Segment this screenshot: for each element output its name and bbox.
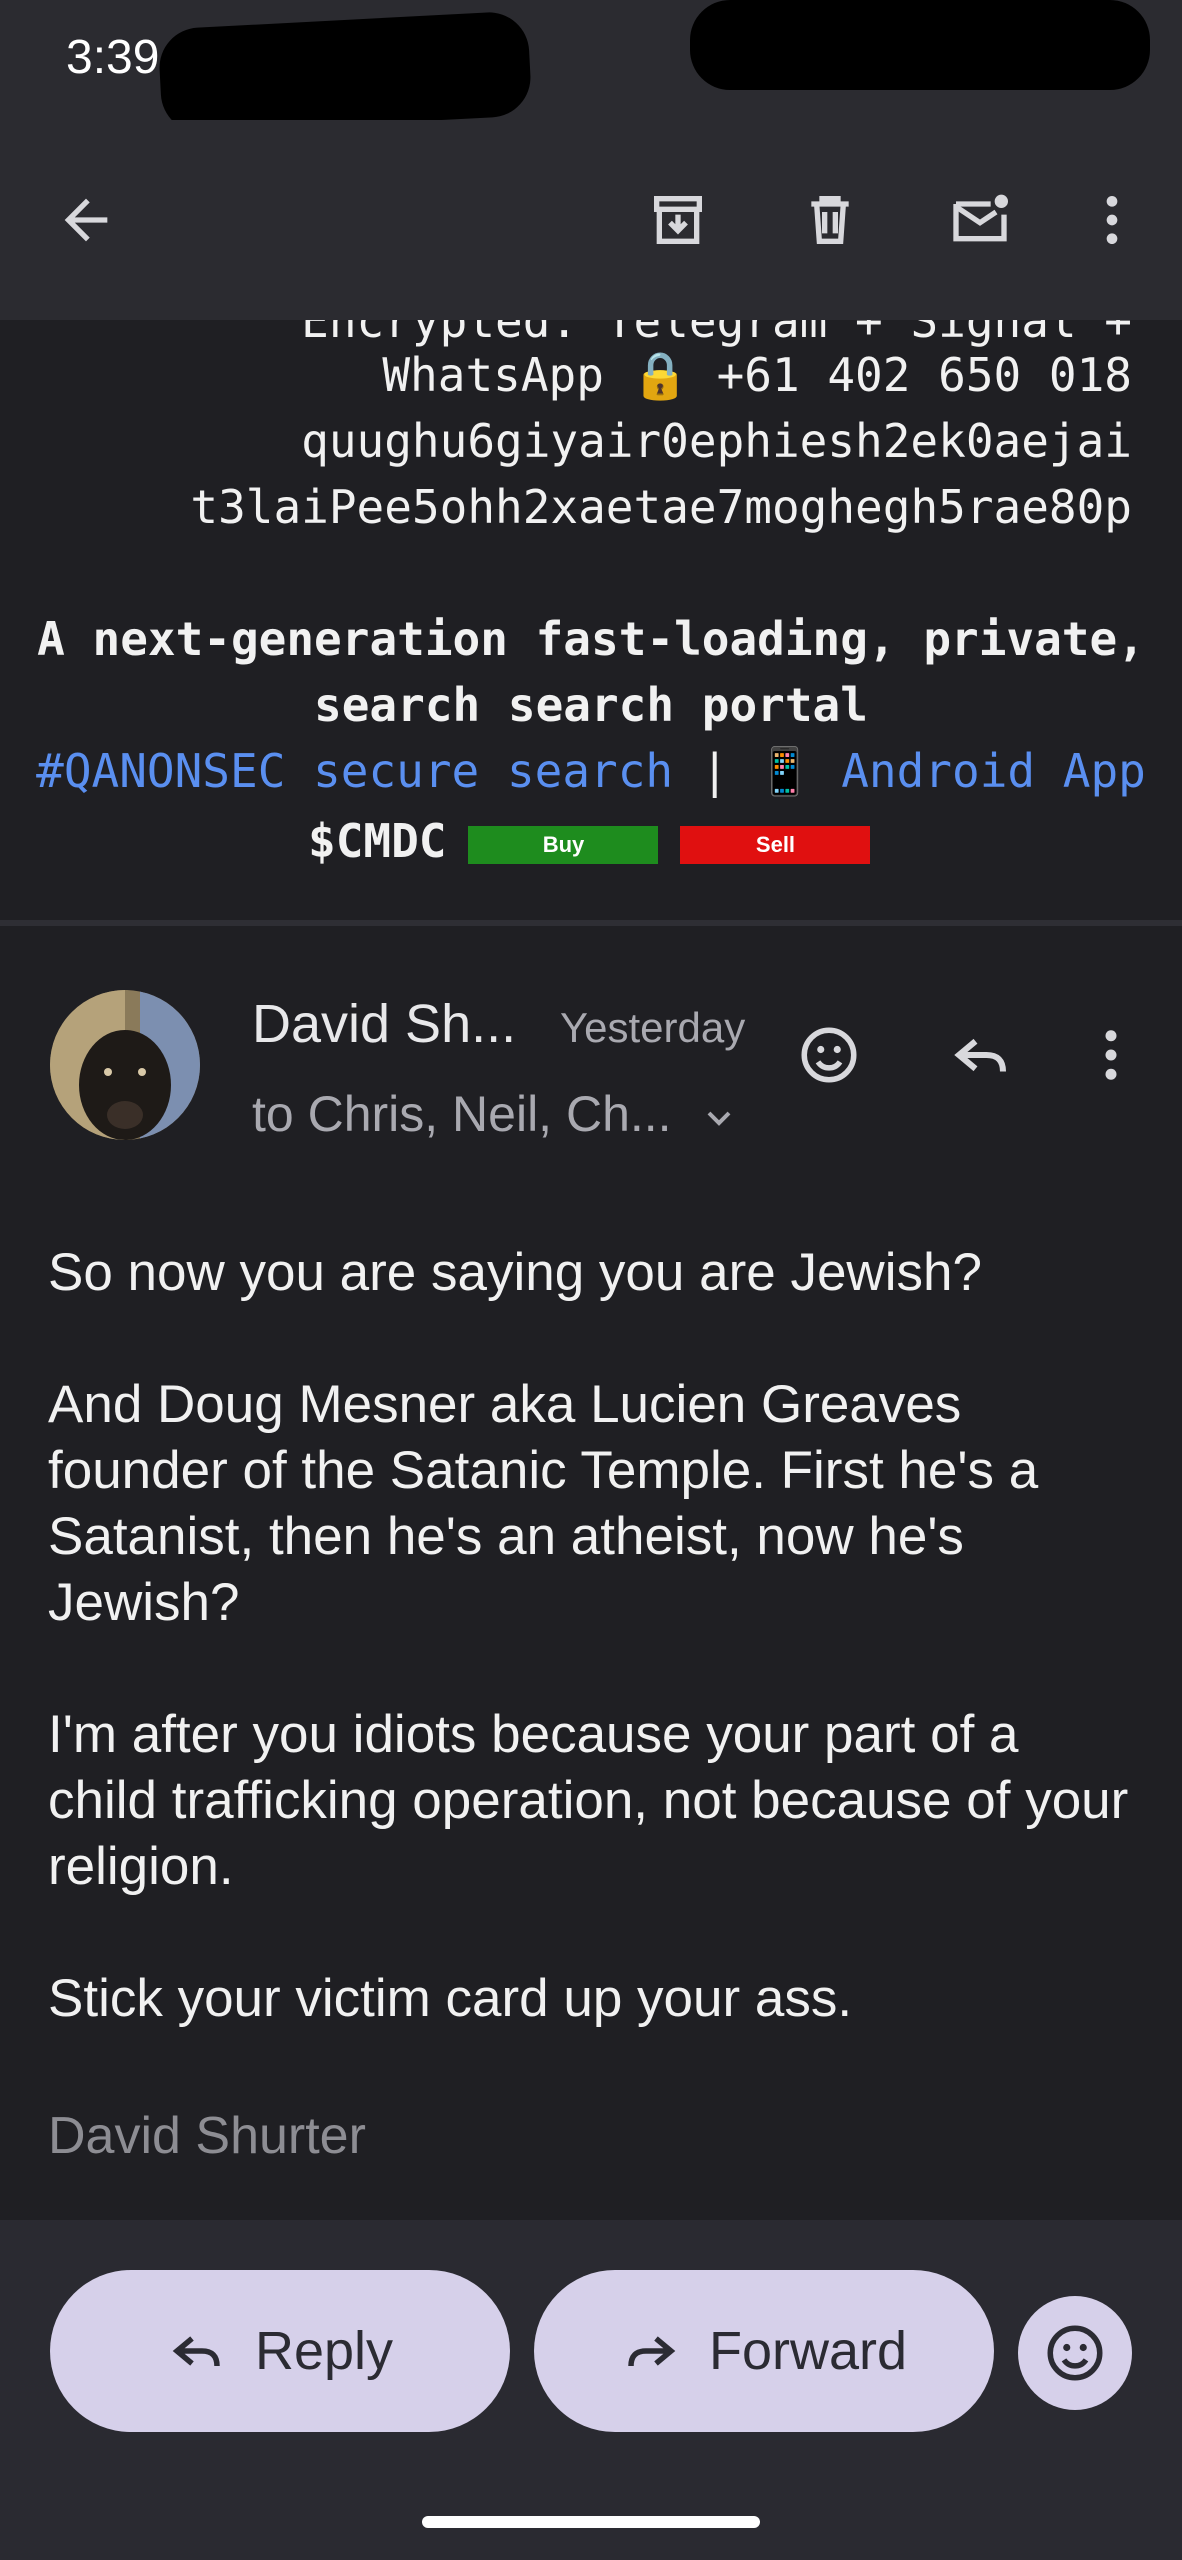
redaction-mark (157, 10, 533, 135)
sender-name[interactable]: David Sh... (252, 993, 516, 1055)
redaction-mark (690, 0, 1150, 90)
recipients-text: to Chris, Neil, Ch... (252, 1086, 672, 1142)
add-reaction-icon[interactable] (784, 1010, 874, 1100)
message-signature: David Shurter (48, 2107, 366, 2165)
message-paragraph: And Doug Mesner aka Lucien Greaves found… (48, 1375, 1039, 1632)
ticker-symbol: $CMDC (308, 814, 447, 868)
message-body: So now you are saying you are Jewish? An… (48, 1240, 1138, 2098)
recipients-line[interactable]: to Chris, Neil, Ch... (252, 1085, 739, 1143)
more-vert-icon[interactable] (1064, 172, 1160, 268)
message-paragraph: Stick your victim card up your ass. (48, 1969, 853, 2028)
reply-icon[interactable] (936, 1010, 1026, 1100)
ticker-row: $CMDC Buy Sell (308, 814, 871, 868)
signature-tagline: search search portal (314, 678, 868, 732)
message-time: Yesterday (560, 1004, 746, 1051)
avatar[interactable] (50, 990, 200, 1140)
signature-tagline: A next-generation fast-loading, private, (37, 612, 1145, 666)
link-separator: | (700, 744, 729, 798)
previous-message-signature: Encrypted: Telegram + Signal + WhatsApp … (0, 320, 1182, 920)
signature-whatsapp-line: WhatsApp 🔒 +61 402 650 018 (382, 348, 1132, 402)
forward-label: Forward (708, 2321, 908, 2381)
reply-button[interactable]: Reply (50, 2270, 510, 2432)
forward-icon (628, 2336, 676, 2367)
emoji-reaction-button[interactable] (1018, 2296, 1132, 2410)
reply-icon (172, 2336, 220, 2367)
status-bar: 3:39 (0, 0, 1182, 135)
message-more-icon[interactable] (1066, 1010, 1156, 1100)
top-toolbar (0, 120, 1182, 320)
archive-icon[interactable] (630, 172, 726, 268)
back-arrow-icon[interactable] (38, 172, 134, 268)
buy-button[interactable]: Buy (468, 825, 659, 864)
home-indicator[interactable] (422, 2516, 760, 2528)
message-paragraph: I'm after you idiots because your part o… (48, 1705, 1129, 1896)
phone-emoji-icon: 📱 (756, 744, 814, 798)
signature-key-line: t3laiPee5ohh2xaetae7moghegh5rae80p (190, 480, 1132, 534)
signature-partial-line: Encrypted: Telegram + Signal + (301, 320, 1132, 348)
reply-label: Reply (254, 2321, 394, 2381)
delete-icon[interactable] (782, 172, 878, 268)
forward-button[interactable]: Forward (534, 2270, 994, 2432)
qanonsec-search-link[interactable]: #QANONSEC secure search (36, 744, 673, 798)
signature-key-line: quughu6giyair0ephiesh2ek0aejai (301, 414, 1132, 468)
status-time: 3:39 (66, 31, 160, 84)
emoji-icon (1047, 2325, 1103, 2381)
chevron-down-icon (708, 1111, 731, 1126)
sell-button[interactable]: Sell (680, 825, 871, 864)
signature-links-row: #QANONSEC secure search | 📱 Android App (0, 744, 1182, 799)
android-app-link[interactable]: Android App (841, 744, 1146, 798)
mark-unread-icon[interactable] (932, 172, 1028, 268)
message-divider (0, 920, 1182, 926)
message-paragraph: So now you are saying you are Jewish? (48, 1243, 982, 1302)
